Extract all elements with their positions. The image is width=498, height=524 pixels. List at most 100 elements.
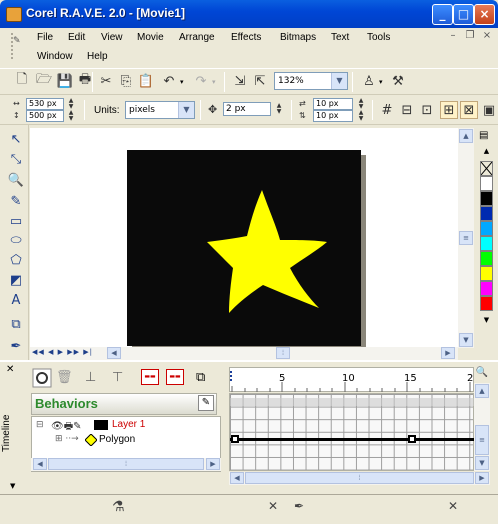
expand-object-icon[interactable]: ⊞ ··→ [55, 434, 79, 444]
ellipse-tool-icon[interactable]: ⬭ [6, 232, 26, 251]
color-swatch[interactable] [480, 251, 493, 266]
close-button[interactable]: × [474, 4, 495, 25]
menu-effects[interactable]: Effects [231, 32, 261, 43]
copy-icon[interactable]: ⎘ [117, 72, 135, 90]
move-down-icon[interactable]: ⊤ [112, 370, 123, 385]
eyedropper-tool-icon[interactable]: ✒ [6, 338, 26, 357]
minimize-button[interactable]: _ [432, 4, 453, 25]
color-swatch[interactable] [480, 236, 493, 251]
width-field[interactable]: 530 px [26, 98, 64, 110]
import-icon[interactable]: ⇲ [231, 72, 249, 90]
menu-file[interactable]: File [37, 32, 53, 43]
menu-window[interactable]: Window [37, 51, 73, 62]
height-field[interactable]: 500 px [26, 110, 64, 122]
timeline-close-icon[interactable]: ✕ [6, 364, 14, 375]
new-document-icon[interactable]: 🗋 [13, 72, 31, 90]
application-launcher-icon[interactable]: ♙ [360, 72, 378, 90]
playhead[interactable] [230, 371, 233, 381]
options-icon[interactable]: ⚒ [389, 72, 407, 90]
no-color-swatch[interactable] [480, 161, 493, 176]
cut-icon[interactable]: ✂ [97, 72, 115, 90]
keyframe[interactable] [231, 435, 239, 443]
movie-navigation[interactable]: ◀◀ ◀ ▶ ▶▶ ▶| [32, 348, 93, 356]
timeline-vertical-scroll-thumb[interactable]: ≡ [475, 425, 489, 455]
height-spinner[interactable]: ▲ ▼ [64, 110, 78, 122]
layer-name[interactable]: Layer 1 [112, 419, 145, 430]
duplicate-y-field[interactable]: 10 px [313, 110, 353, 122]
expand-layer-icon[interactable]: ⊟ [36, 420, 44, 430]
menu-view[interactable]: View [101, 32, 123, 43]
palette-scroll-down-icon[interactable]: ▼ [480, 316, 493, 324]
treat-as-filled-icon[interactable]: ⊞ [440, 101, 458, 119]
palette-flyout-icon[interactable]: ▤ [479, 130, 488, 141]
scroll-up-icon[interactable]: ▲ [475, 384, 489, 398]
scroll-left-icon[interactable]: ◀ [33, 458, 47, 470]
menu-arrange[interactable]: Arrange [179, 32, 215, 43]
color-swatch[interactable] [480, 176, 493, 191]
snap-to-guidelines-icon[interactable]: ⊟ [398, 101, 416, 119]
timeline-options-icon[interactable]: ⧉ [196, 370, 205, 385]
color-swatch[interactable] [480, 191, 493, 206]
keyframe[interactable] [408, 435, 416, 443]
snap-to-objects-icon[interactable]: ⊡ [418, 101, 436, 119]
stage[interactable] [127, 150, 361, 346]
maximize-button[interactable]: □ [453, 4, 474, 25]
remove-keyframe-icon[interactable]: ▬▬ [166, 369, 184, 385]
freehand-tool-icon[interactable]: ✎ [6, 193, 26, 212]
scroll-left-icon[interactable]: ◀ [107, 347, 121, 359]
scroll-left-icon[interactable]: ◀ [230, 472, 244, 484]
timeline-collapse-icon[interactable]: ▼ [10, 482, 15, 490]
duplicate-y-spinner[interactable]: ▲ ▼ [354, 110, 368, 122]
color-swatch[interactable] [480, 206, 493, 221]
save-icon[interactable]: 💾 [56, 72, 74, 90]
timeline-tab[interactable]: Timeline [1, 378, 23, 488]
color-swatch[interactable] [480, 221, 493, 236]
basic-shapes-tool-icon[interactable]: ◩ [6, 272, 26, 291]
zoom-select[interactable]: 132% ▼ [274, 72, 348, 90]
horizontal-scroll-thumb[interactable]: ⦙ [276, 347, 290, 359]
color-swatch[interactable] [480, 296, 493, 311]
scroll-down-icon[interactable]: ▼ [459, 333, 473, 347]
move-up-icon[interactable]: ⊥ [85, 370, 96, 385]
palette-scroll-up-icon[interactable]: ▲ [480, 147, 493, 155]
snap-to-grid-icon[interactable]: # [378, 101, 396, 119]
timeline-zoom-icon[interactable]: 🔍 [474, 367, 490, 381]
scroll-right-icon[interactable]: ▶ [475, 472, 489, 484]
timeline-horizontal-scroll-thumb[interactable]: ⦙ [245, 472, 474, 484]
behavior-edit-icon[interactable]: ✎ [198, 395, 214, 411]
object-name[interactable]: Polygon [99, 434, 135, 445]
scroll-up-icon[interactable]: ▲ [459, 129, 473, 143]
rectangle-tool-icon[interactable]: ▭ [6, 213, 26, 232]
timeline-grid[interactable] [229, 393, 475, 471]
scroll-down-icon[interactable]: ▼ [475, 456, 489, 470]
redo-icon[interactable]: ↷ [192, 72, 210, 90]
redo-dropdown-icon[interactable]: ▾ [212, 78, 216, 86]
shape-tool-icon[interactable]: ⤡ [6, 151, 26, 170]
star-shape[interactable] [207, 190, 327, 313]
color-swatch[interactable] [480, 266, 493, 281]
menu-text[interactable]: Text [331, 32, 349, 43]
pick-tool-icon[interactable]: ↖ [6, 131, 26, 150]
interactive-tool-icon[interactable]: ⧉ [6, 316, 26, 335]
menu-movie[interactable]: Movie [137, 32, 164, 43]
menu-bitmaps[interactable]: Bitmaps [280, 32, 316, 43]
export-icon[interactable]: ⇱ [251, 72, 269, 90]
zoom-tool-icon[interactable]: 🔍 [6, 172, 26, 191]
nudge-spinner[interactable]: ▲ ▼ [272, 103, 286, 115]
color-swatch[interactable] [480, 281, 493, 296]
menu-edit[interactable]: Edit [68, 32, 85, 43]
paste-icon[interactable]: 📋 [137, 72, 155, 90]
scroll-right-icon[interactable]: ▶ [206, 458, 220, 470]
launcher-dropdown-icon[interactable]: ▾ [379, 78, 383, 86]
duplicate-x-field[interactable]: 10 px [313, 98, 353, 110]
mdi-minimize-icon[interactable]: – [446, 30, 460, 42]
menu-help[interactable]: Help [87, 51, 108, 62]
polygon-tool-icon[interactable]: ⬠ [6, 252, 26, 271]
mdi-close-icon[interactable]: × [480, 30, 494, 42]
new-behavior-icon[interactable] [31, 367, 53, 389]
open-icon[interactable]: 🗁 [35, 72, 53, 90]
mdi-restore-icon[interactable]: ❐ [463, 30, 477, 42]
nudge-field[interactable]: 2 px [223, 102, 271, 116]
undo-icon[interactable]: ↶ [160, 72, 178, 90]
undo-dropdown-icon[interactable]: ▾ [180, 78, 184, 86]
